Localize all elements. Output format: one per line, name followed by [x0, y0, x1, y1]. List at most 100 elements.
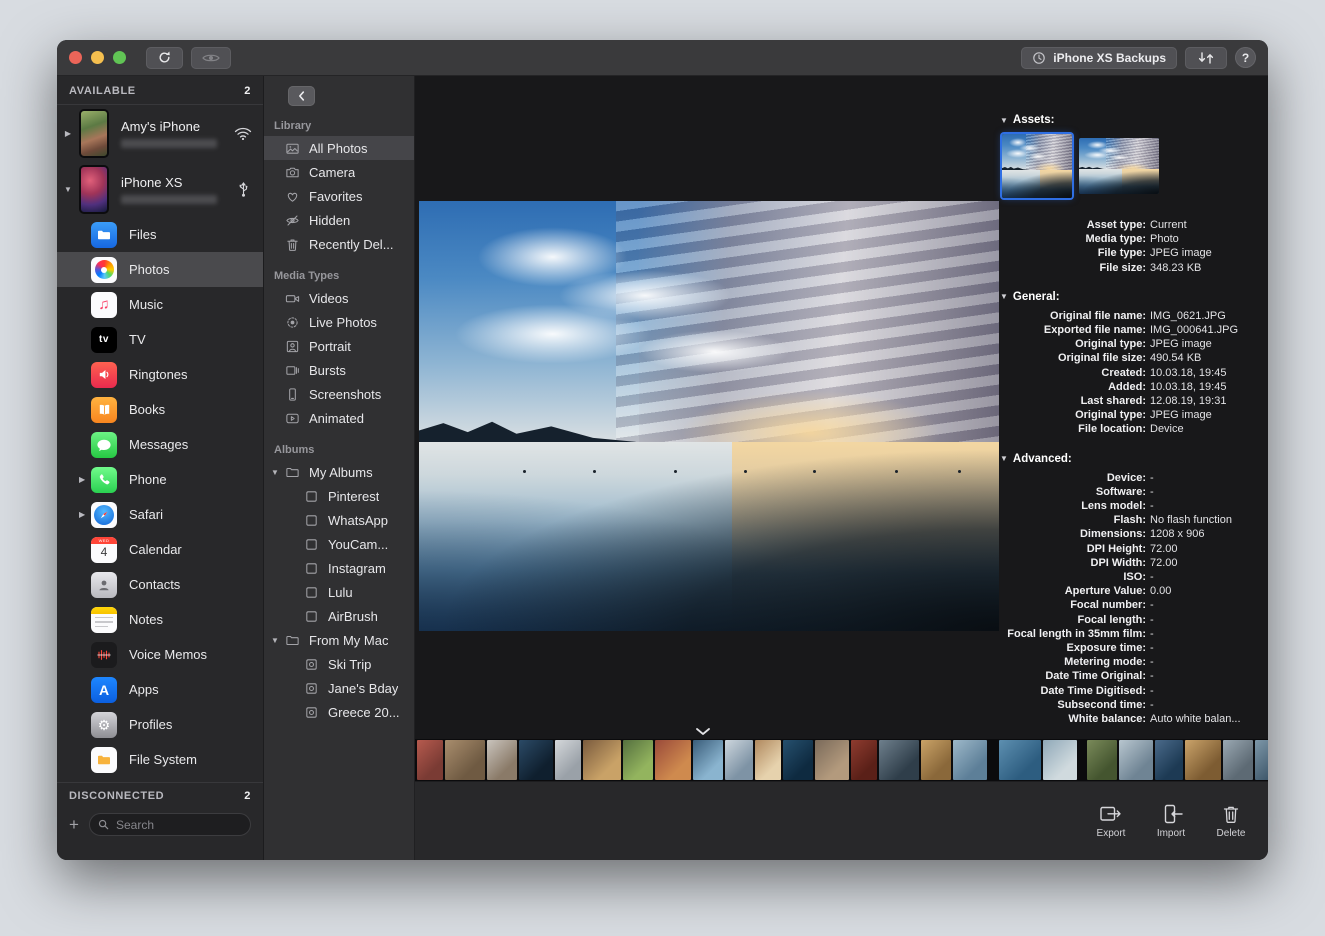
- filmstrip-thumbnail-12[interactable]: [783, 740, 813, 780]
- panel-item-camera[interactable]: Camera: [264, 160, 414, 184]
- filmstrip-thumbnail-6[interactable]: [583, 740, 621, 780]
- filmstrip-thumbnail-22[interactable]: [1155, 740, 1183, 780]
- filmstrip-thumbnail-10[interactable]: [725, 740, 753, 780]
- sidebar-item-notes[interactable]: Notes: [57, 602, 263, 637]
- export-button[interactable]: Export: [1088, 804, 1134, 839]
- filmstrip-thumbnail-11[interactable]: [755, 740, 781, 780]
- filmstrip-thumbnail-16[interactable]: [921, 740, 951, 780]
- inspector-field-row: Added:10.03.18, 19:45: [1000, 380, 1260, 394]
- panel-item-animated[interactable]: Animated: [264, 406, 414, 430]
- zoom-window-button[interactable]: [113, 51, 126, 64]
- disconnected-header: DISCONNECTED 2: [57, 783, 263, 806]
- search-field[interactable]: [89, 813, 251, 836]
- filmstrip-thumbnail-8[interactable]: [655, 740, 691, 780]
- device-row-iphone-xs[interactable]: ▼iPhone XS: [57, 161, 263, 217]
- sidebar-item-books[interactable]: Books: [57, 392, 263, 427]
- sidebar-item-calendar[interactable]: WED4Calendar: [57, 532, 263, 567]
- panel-item-screenshots[interactable]: Screenshots: [264, 382, 414, 406]
- filmstrip-thumbnail-25[interactable]: [1255, 740, 1268, 780]
- panel-item-bursts[interactable]: Bursts: [264, 358, 414, 382]
- minimize-window-button[interactable]: [91, 51, 104, 64]
- filmstrip-thumbnail-20[interactable]: [1087, 740, 1117, 780]
- close-window-button[interactable]: [69, 51, 82, 64]
- filmstrip-thumbnail-23[interactable]: [1185, 740, 1221, 780]
- expand-arrow-icon[interactable]: ▶: [79, 510, 85, 519]
- album-group-from-my-mac[interactable]: ▼From My Mac: [264, 628, 414, 652]
- panel-item-instagram[interactable]: Instagram: [264, 556, 414, 580]
- filmstrip-thumbnail-24[interactable]: [1223, 740, 1253, 780]
- panel-item-youcam[interactable]: YouCam...: [264, 532, 414, 556]
- help-button[interactable]: ?: [1235, 47, 1256, 68]
- sidebar-item-files[interactable]: Files: [57, 217, 263, 252]
- sidebar-item-profiles[interactable]: ⚙Profiles: [57, 707, 263, 742]
- sidebar-item-photos[interactable]: Photos: [57, 252, 263, 287]
- disclosure-triangle-icon[interactable]: ▼: [1000, 454, 1008, 463]
- add-device-button[interactable]: +: [67, 816, 81, 833]
- expand-arrow-icon[interactable]: ▶: [79, 475, 85, 484]
- photo-preview[interactable]: [419, 201, 999, 631]
- panel-item-lulu[interactable]: Lulu: [264, 580, 414, 604]
- filmstrip-thumbnail-7[interactable]: [623, 740, 653, 780]
- sidebar-item-messages[interactable]: Messages: [57, 427, 263, 462]
- panel-item-live-photos[interactable]: Live Photos: [264, 310, 414, 334]
- import-button[interactable]: Import: [1148, 804, 1194, 839]
- transfer-arrows-icon: [1196, 52, 1216, 64]
- filmstrip-thumbnail-19[interactable]: [1043, 740, 1077, 780]
- back-button[interactable]: [288, 86, 315, 106]
- filmstrip-thumbnail-2[interactable]: [445, 740, 485, 780]
- delete-button[interactable]: Delete: [1208, 804, 1254, 839]
- panel-item-recently-del[interactable]: Recently Del...: [264, 232, 414, 256]
- backups-button[interactable]: iPhone XS Backups: [1021, 47, 1177, 69]
- panel-item-pinterest[interactable]: Pinterest: [264, 484, 414, 508]
- filmstrip-thumbnail-21[interactable]: [1119, 740, 1153, 780]
- filmstrip-thumbnail-17[interactable]: [953, 740, 987, 780]
- disclosure-triangle-icon[interactable]: ▼: [271, 636, 279, 645]
- sidebar-item-voicememos[interactable]: Voice Memos: [57, 637, 263, 672]
- sidebar-item-music[interactable]: ♫Music: [57, 287, 263, 322]
- panel-item-whatsapp[interactable]: WhatsApp: [264, 508, 414, 532]
- expand-arrow-icon[interactable]: ▶: [63, 129, 73, 138]
- filmstrip-thumbnail-14[interactable]: [851, 740, 877, 780]
- filmstrip-thumbnail-9[interactable]: [693, 740, 723, 780]
- inspector-section-header-general[interactable]: ▼General:: [1000, 291, 1260, 303]
- refresh-button[interactable]: [146, 47, 183, 69]
- panel-item-favorites[interactable]: Favorites: [264, 184, 414, 208]
- panel-item-hidden[interactable]: Hidden: [264, 208, 414, 232]
- panel-item-videos[interactable]: Videos: [264, 286, 414, 310]
- search-input[interactable]: [114, 817, 242, 833]
- album-group-my-albums[interactable]: ▼My Albums: [264, 460, 414, 484]
- panel-item-airbrush[interactable]: AirBrush: [264, 604, 414, 628]
- filmstrip-thumbnail-4[interactable]: [519, 740, 553, 780]
- filmstrip-thumbnail-1[interactable]: [417, 740, 443, 780]
- panel-item-all-photos[interactable]: All Photos: [264, 136, 414, 160]
- panel-item-greece-20[interactable]: Greece 20...: [264, 700, 414, 724]
- inspector-section-header-advanced[interactable]: ▼Advanced:: [1000, 453, 1260, 465]
- collapse-thumbstrip-button[interactable]: [695, 727, 711, 737]
- filmstrip-thumbnail-5[interactable]: [555, 740, 581, 780]
- collapse-arrow-icon[interactable]: ▼: [63, 185, 73, 194]
- disclosure-triangle-icon[interactable]: ▼: [1000, 116, 1008, 125]
- transfer-button[interactable]: [1185, 47, 1227, 69]
- panel-item-jane-s-bday[interactable]: Jane's Bday: [264, 676, 414, 700]
- disclosure-triangle-icon[interactable]: ▼: [271, 468, 279, 477]
- filmstrip-thumbnail-3[interactable]: [487, 740, 517, 780]
- field-value: 490.54 KB: [1150, 351, 1260, 365]
- sidebar-item-phone[interactable]: ▶Phone: [57, 462, 263, 497]
- inspector-section-header-assets[interactable]: ▼Assets:: [1000, 114, 1260, 126]
- sidebar-item-filesystem[interactable]: File System: [57, 742, 263, 777]
- filmstrip-thumbnail-15[interactable]: [879, 740, 919, 780]
- device-row-amy-s-iphone[interactable]: ▶Amy's iPhone: [57, 105, 263, 161]
- quick-look-button[interactable]: [191, 47, 231, 69]
- sidebar-item-ringtones[interactable]: Ringtones: [57, 357, 263, 392]
- filmstrip-thumbnail-18[interactable]: [999, 740, 1041, 780]
- asset-thumbnail-alternate[interactable]: [1079, 138, 1159, 194]
- asset-thumbnail-current[interactable]: [1002, 134, 1072, 198]
- filmstrip-thumbnail-13[interactable]: [815, 740, 849, 780]
- sidebar-item-apps[interactable]: AApps: [57, 672, 263, 707]
- sidebar-item-safari[interactable]: ▶Safari: [57, 497, 263, 532]
- panel-item-portrait[interactable]: Portrait: [264, 334, 414, 358]
- panel-item-ski-trip[interactable]: Ski Trip: [264, 652, 414, 676]
- disclosure-triangle-icon[interactable]: ▼: [1000, 292, 1008, 301]
- sidebar-item-contacts[interactable]: Contacts: [57, 567, 263, 602]
- sidebar-item-tv[interactable]: tvTV: [57, 322, 263, 357]
